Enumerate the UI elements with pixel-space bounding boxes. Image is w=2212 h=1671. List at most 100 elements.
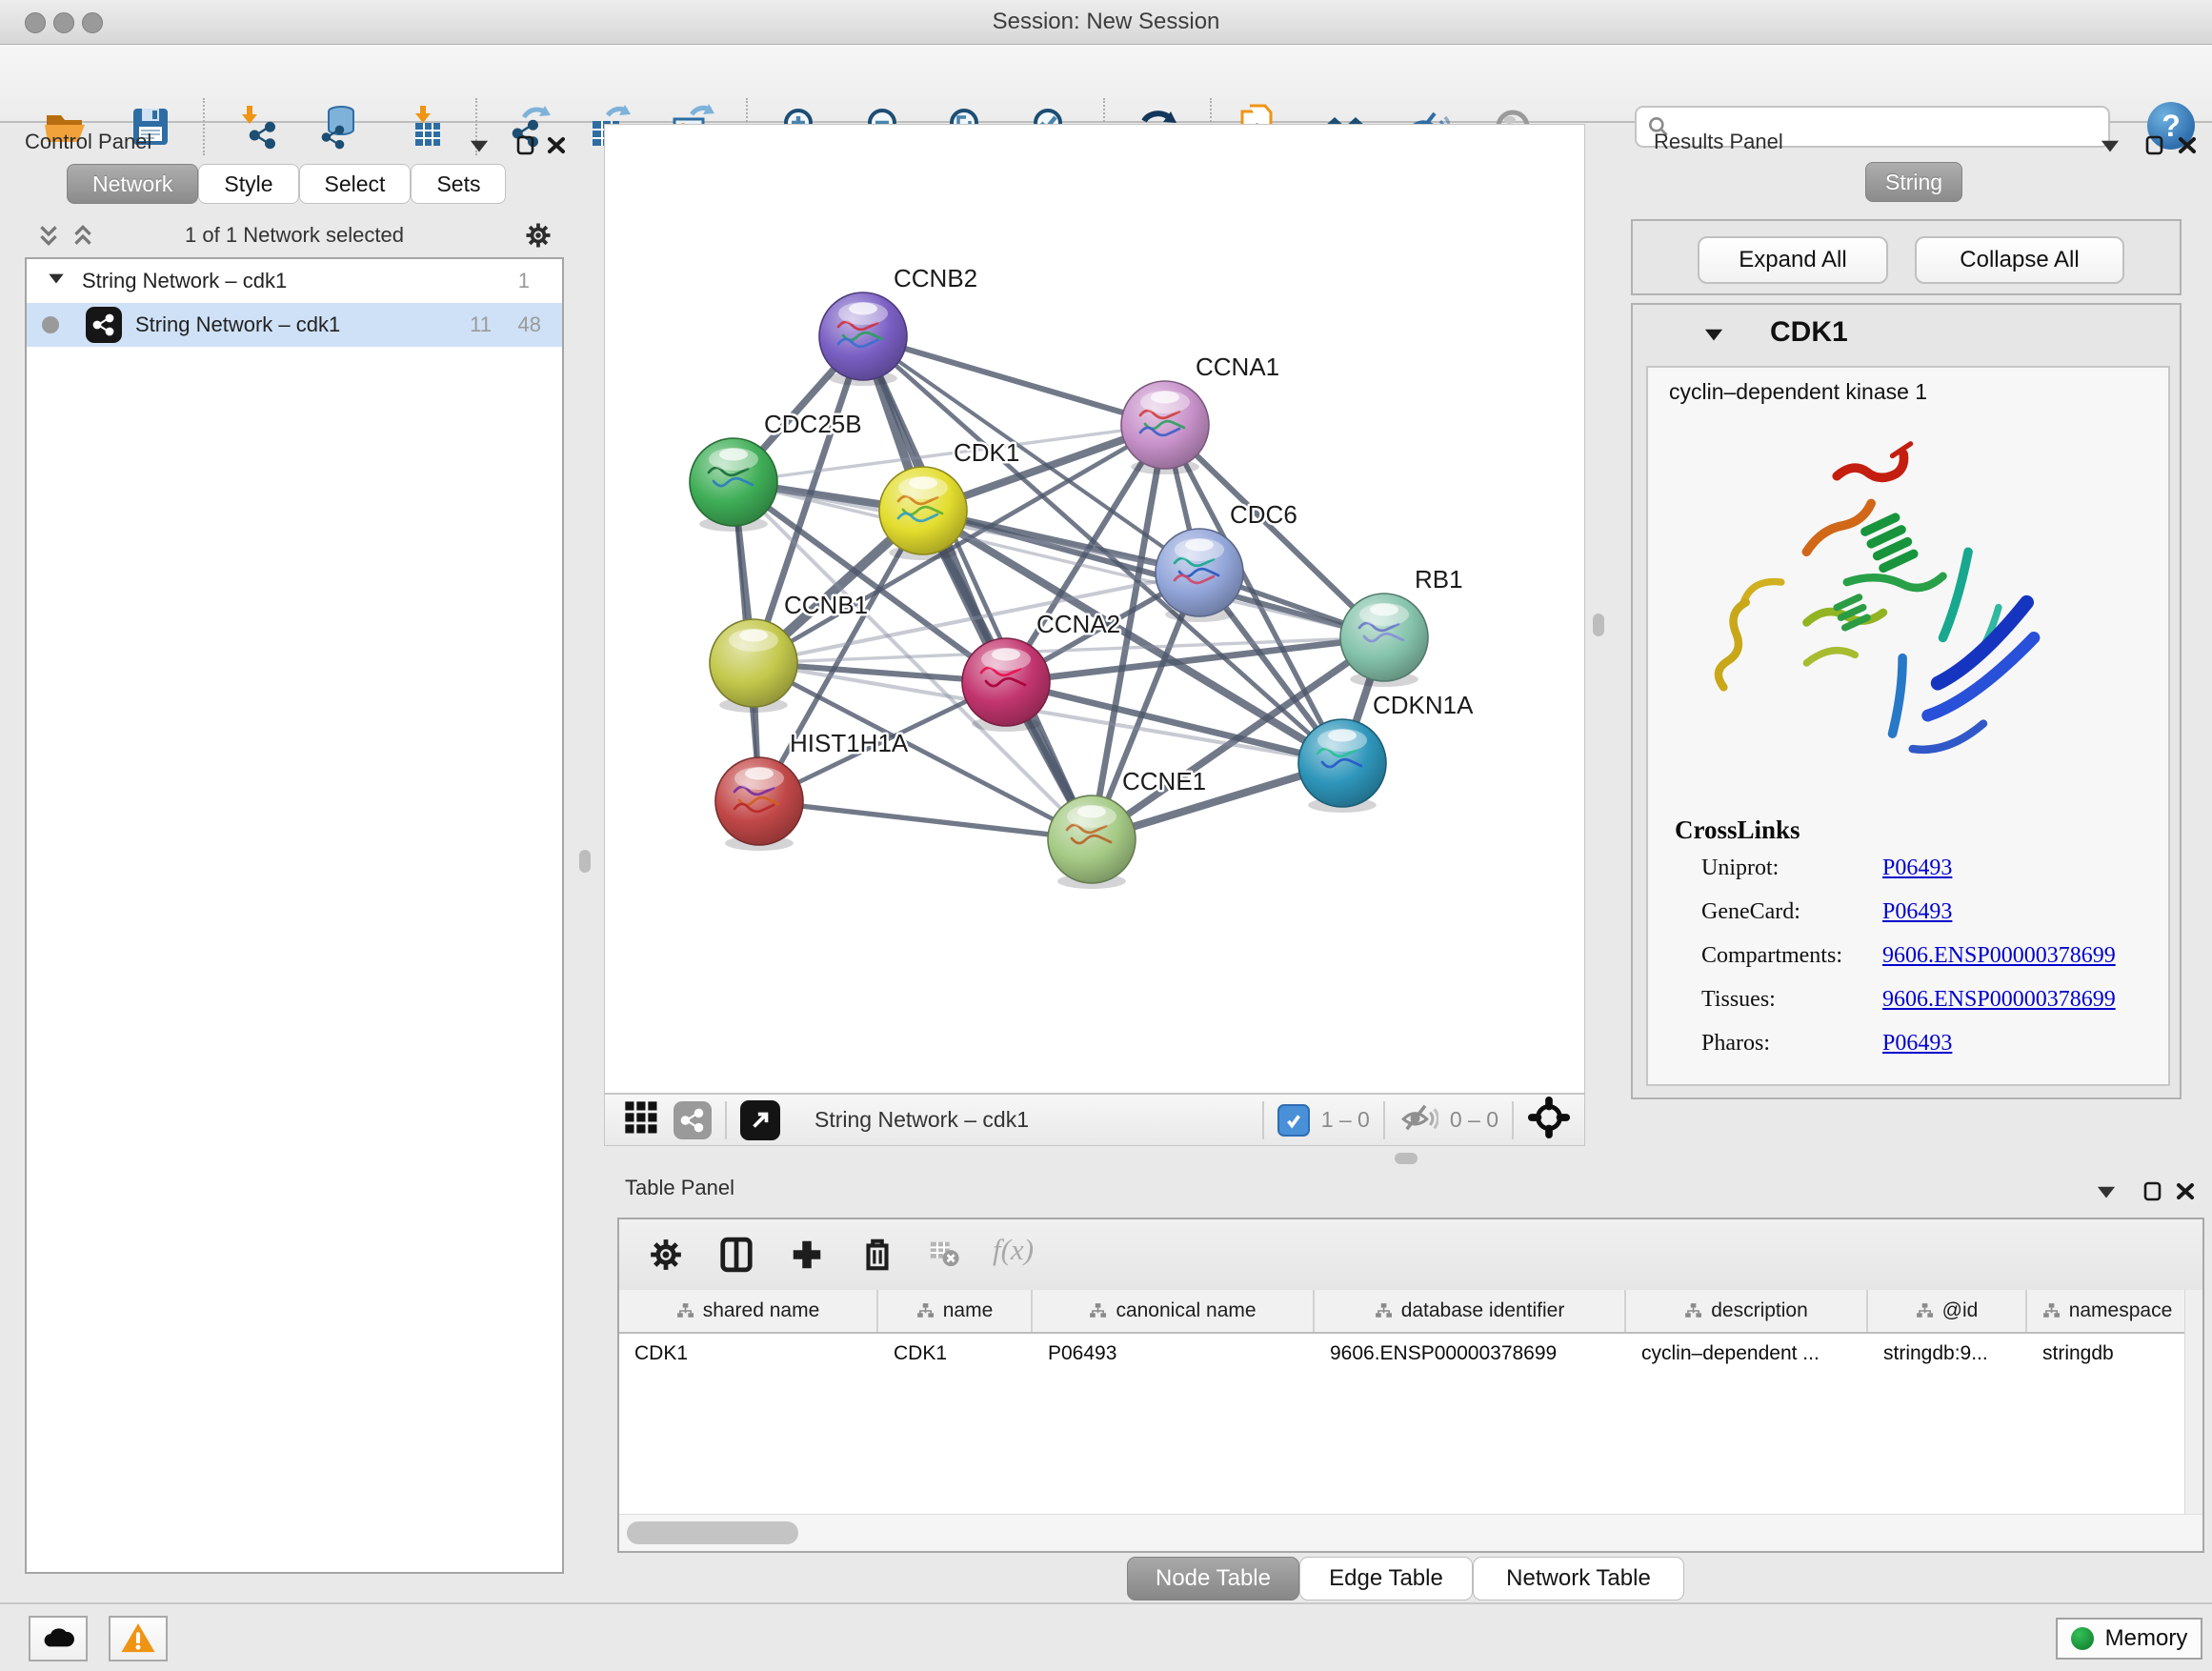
collapse-all-button[interactable]: Collapse All — [1915, 236, 2124, 284]
right-splitter-handle[interactable] — [1593, 614, 1604, 636]
show-columns-icon[interactable] — [718, 1237, 756, 1275]
cloud-services-button[interactable] — [29, 1616, 88, 1661]
table-cell[interactable]: stringdb — [2027, 1334, 2189, 1374]
network-node-cdc25b[interactable] — [690, 438, 777, 532]
network-view-canvas[interactable]: CCNB2CCNA1CDC25BCDK1CDC6RB1CCNB1CCNA2CDK… — [604, 124, 1585, 1094]
network-collection-row[interactable]: String Network – cdk1 1 — [27, 259, 562, 303]
node-label-hist1h1a: HIST1H1A — [790, 729, 909, 757]
import-network-file-icon[interactable] — [234, 104, 280, 150]
memory-button[interactable]: Memory — [2056, 1618, 2202, 1660]
tab-style[interactable]: Style — [198, 164, 298, 204]
network-node-ccne1[interactable] — [1048, 795, 1136, 889]
crosslink-link-pharos-[interactable]: P06493 — [1882, 1031, 1952, 1057]
node-label-cdkn1a: CDKN1A — [1373, 691, 1474, 719]
control-panel-float-icon[interactable] — [514, 133, 539, 158]
network-status-dot — [42, 316, 59, 333]
table-cell[interactable]: CDK1 — [878, 1334, 1033, 1374]
crosslink-label-pharos-: Pharos: — [1701, 1031, 1770, 1057]
network-node-rb1[interactable] — [1340, 594, 1428, 687]
column-header-description[interactable]: description — [1626, 1290, 1868, 1332]
table-vertical-scrollbar[interactable] — [2184, 1290, 2202, 1515]
network-row-selected[interactable]: String Network – cdk1 11 48 — [27, 303, 562, 347]
network-edge[interactable] — [759, 801, 1092, 839]
gene-expander-icon[interactable] — [1701, 322, 1726, 352]
import-table-file-icon[interactable] — [404, 104, 450, 150]
selected-items-checkbox[interactable] — [1277, 1104, 1310, 1137]
network-node-ccna1[interactable] — [1121, 381, 1209, 474]
table-panel-float-icon[interactable] — [2142, 1179, 2166, 1204]
selected-node-edge-counts: 1 – 0 — [1321, 1107, 1370, 1133]
tab-network[interactable]: Network — [67, 164, 198, 204]
memory-label: Memory — [2105, 1625, 2188, 1652]
crosslink-row: Pharos: P06493 — [1648, 1031, 2168, 1075]
crosslink-link-compartments-[interactable]: 9606.ENSP00000378699 — [1882, 943, 2116, 969]
tab-select[interactable]: Select — [299, 164, 412, 204]
tab-edge-table[interactable]: Edge Table — [1299, 1557, 1473, 1601]
table-cell[interactable]: CDK1 — [619, 1334, 878, 1374]
crosslink-link-genecard-[interactable]: P06493 — [1882, 899, 1952, 925]
fit-selected-icon[interactable] — [1527, 1096, 1571, 1144]
main-toolbar: ? — [0, 45, 2212, 123]
tab-string[interactable]: String — [1865, 162, 1962, 202]
network-selection-status: 1 of 1 Network selected — [25, 223, 564, 248]
tab-network-table[interactable]: Network Table — [1473, 1557, 1684, 1601]
table-panel-title: Table Panel — [625, 1176, 734, 1200]
node-label-cdk1: CDK1 — [954, 438, 1019, 467]
delete-column-icon[interactable] — [859, 1237, 897, 1275]
tab-sets[interactable]: Sets — [411, 164, 506, 204]
tab-node-table[interactable]: Node Table — [1127, 1557, 1299, 1601]
column-header-name[interactable]: name — [878, 1290, 1033, 1332]
collection-expander-icon[interactable] — [46, 268, 67, 294]
column-header--id[interactable]: @id — [1868, 1290, 2027, 1332]
crosslink-link-tissues-[interactable]: 9606.ENSP00000378699 — [1882, 987, 2116, 1013]
table-row[interactable]: CDK1CDK1P064939606.ENSP00000378699cyclin… — [619, 1334, 2189, 1374]
network-overview-icon[interactable] — [674, 1101, 712, 1139]
table-cell[interactable]: cyclin–dependent ... — [1626, 1334, 1868, 1374]
column-header-namespace[interactable]: namespace — [2027, 1290, 2189, 1332]
toolbar-separator — [1512, 1101, 1514, 1139]
table-cell[interactable]: 9606.ENSP00000378699 — [1315, 1334, 1626, 1374]
network-node-cdkn1a[interactable] — [1298, 719, 1386, 813]
edge-count: 48 — [518, 312, 541, 337]
network-edge[interactable] — [863, 336, 1165, 425]
open-in-new-window-icon[interactable] — [740, 1100, 780, 1140]
warnings-button[interactable] — [109, 1616, 168, 1661]
crosslink-label-genecard-: GeneCard: — [1701, 899, 1800, 925]
table-type-tabs: Node TableEdge TableNetwork Table — [1127, 1557, 1684, 1601]
scrollbar-thumb[interactable] — [627, 1521, 798, 1544]
create-column-icon[interactable] — [789, 1237, 827, 1275]
column-header-database-identifier[interactable]: database identifier — [1315, 1290, 1626, 1332]
network-label: String Network – cdk1 — [135, 312, 340, 337]
table-cell[interactable]: stringdb:9... — [1868, 1334, 2027, 1374]
column-header-shared-name[interactable]: shared name — [619, 1290, 878, 1332]
table-horizontal-scrollbar[interactable] — [619, 1514, 2202, 1551]
results-panel-collapse-icon[interactable] — [2098, 133, 2122, 158]
delete-table-icon[interactable] — [928, 1237, 966, 1275]
column-header-canonical-name[interactable]: canonical name — [1033, 1290, 1315, 1332]
table-options-gear-icon[interactable] — [648, 1237, 686, 1275]
node-label-ccnb2: CCNB2 — [894, 264, 977, 292]
network-list-toolbar: 1 of 1 Network selected — [25, 213, 564, 255]
import-network-database-icon[interactable] — [316, 104, 362, 150]
results-panel-float-icon[interactable] — [2143, 133, 2168, 158]
toolbar-separator — [203, 98, 205, 155]
control-panel-close-icon[interactable] — [545, 133, 570, 158]
control-panel-collapse-icon[interactable] — [467, 133, 492, 158]
network-node-hist1h1a[interactable] — [715, 757, 803, 851]
network-node-ccnb1[interactable] — [710, 619, 797, 713]
node-label-ccne1: CCNE1 — [1122, 767, 1206, 795]
cloud-icon — [39, 1620, 77, 1658]
birds-eye-view-icon[interactable] — [622, 1098, 660, 1141]
table-cell[interactable]: P06493 — [1033, 1334, 1315, 1374]
function-builder-icon[interactable]: f(x) — [993, 1233, 1034, 1271]
crosslink-link-uniprot-[interactable]: P06493 — [1882, 856, 1952, 881]
horizontal-splitter-handle[interactable] — [1395, 1153, 1418, 1164]
network-list-options-icon[interactable] — [524, 221, 553, 255]
node-label-ccna2: CCNA2 — [1036, 610, 1120, 638]
results-panel-close-icon[interactable] — [2176, 133, 2201, 158]
table-panel-body: f(x) shared namenamecanonical namedataba… — [617, 1218, 2204, 1553]
left-splitter-handle[interactable] — [579, 850, 591, 873]
table-panel-collapse-icon[interactable] — [2094, 1179, 2119, 1204]
expand-all-button[interactable]: Expand All — [1698, 236, 1888, 284]
table-panel-close-icon[interactable] — [2174, 1179, 2199, 1204]
